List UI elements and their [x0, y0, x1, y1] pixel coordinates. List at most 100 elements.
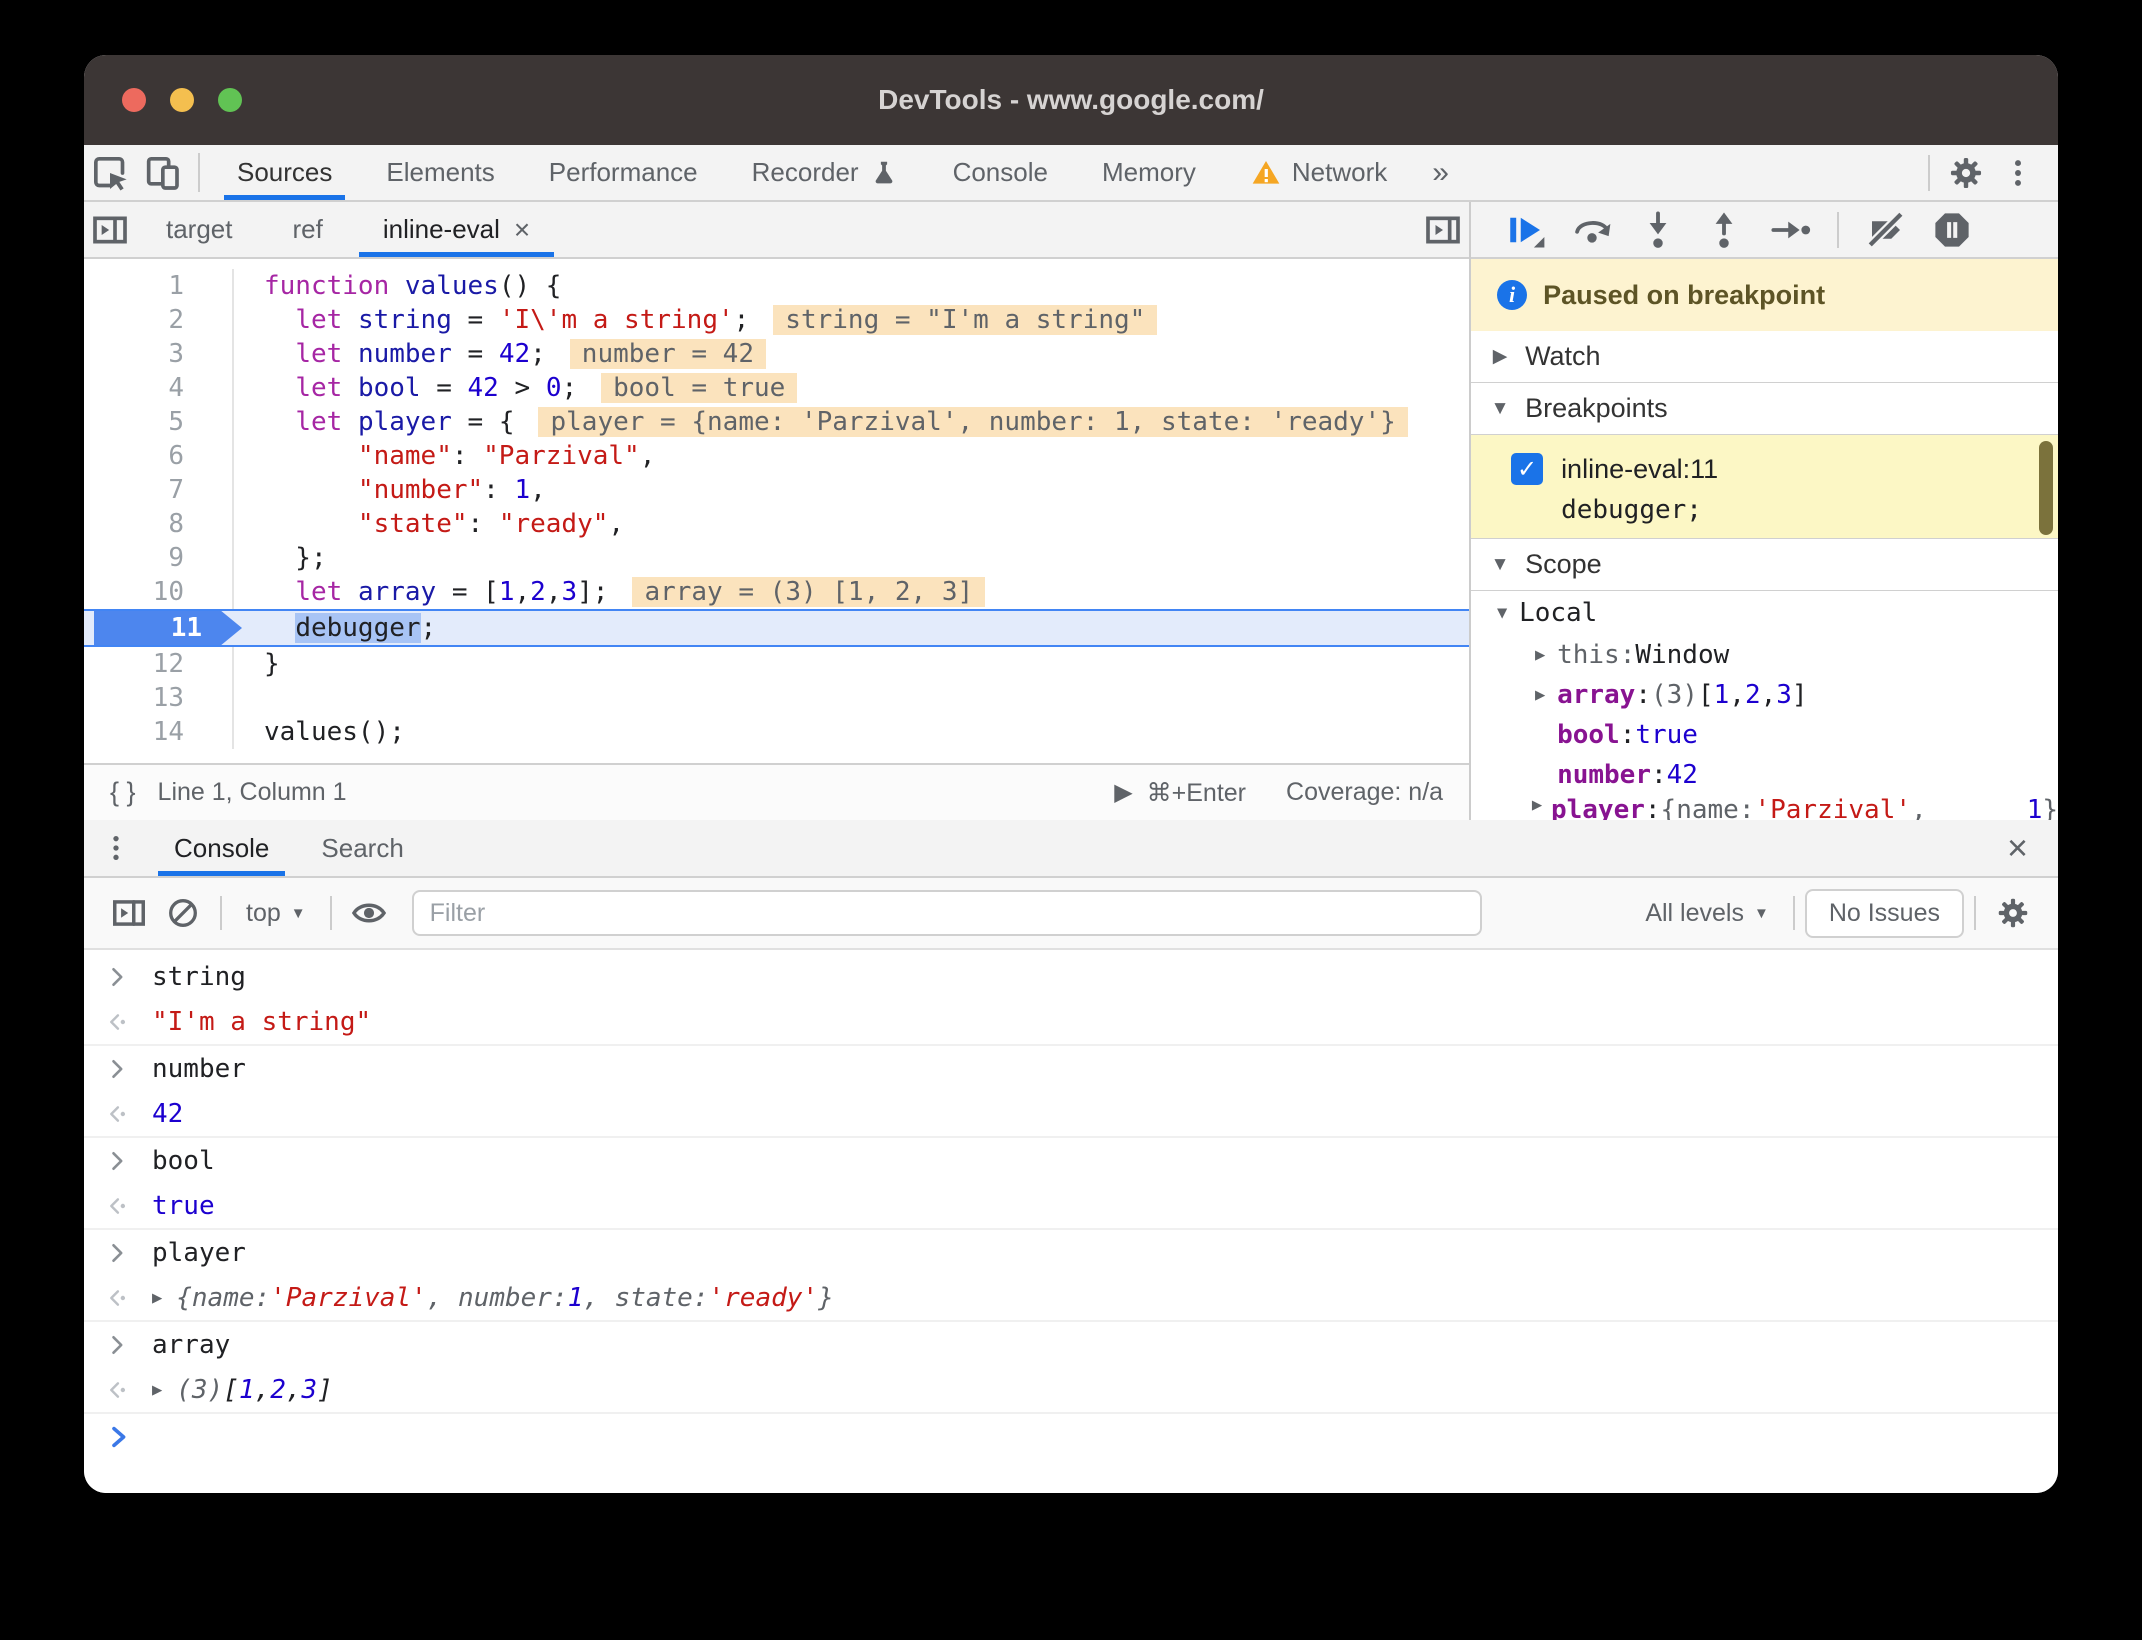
console-input-row[interactable]: player — [84, 1230, 2058, 1276]
code-editor[interactable]: 1 function values() {2 let string = 'I\'m… — [84, 259, 1470, 763]
tab-network[interactable]: Network — [1223, 145, 1414, 200]
tab-sources[interactable]: Sources — [210, 145, 359, 200]
editor-line[interactable]: 14 values(); — [84, 715, 1469, 749]
line-number[interactable]: 1 — [84, 269, 234, 303]
chevron-down-icon[interactable]: ▼ — [1485, 603, 1519, 623]
editor-line[interactable]: 6 "name": "Parzival", — [84, 439, 1469, 473]
drawer-tab-console[interactable]: Console — [148, 820, 295, 876]
device-toolbar-button[interactable] — [136, 145, 188, 200]
editor-line[interactable]: 8 "state": "ready", — [84, 507, 1469, 541]
tab-console[interactable]: Console — [926, 145, 1075, 200]
deactivate-breakpoints-button[interactable] — [1857, 207, 1915, 253]
line-number[interactable]: 8 — [84, 507, 234, 541]
tab-memory[interactable]: Memory — [1075, 145, 1223, 200]
scope-row-array[interactable]: ▶ array: (3) [1, 2, 3] — [1471, 675, 2058, 715]
line-number[interactable]: 6 — [84, 439, 234, 473]
line-number[interactable]: 10 — [84, 575, 234, 609]
line-number[interactable]: 12 — [84, 647, 234, 681]
console-input-row[interactable]: bool — [84, 1138, 2058, 1184]
editor-line[interactable]: 13 — [84, 681, 1469, 715]
console-input-row[interactable]: number — [84, 1046, 2058, 1092]
console-result-row[interactable]: ▶ (3) [1, 2, 3] — [84, 1368, 2058, 1414]
line-number[interactable]: 5 — [84, 405, 234, 439]
drawer-tab-search[interactable]: Search — [295, 820, 429, 876]
resume-button[interactable] — [1497, 207, 1555, 253]
scope-row-bool[interactable]: bool: true — [1471, 715, 2058, 755]
file-tab-ref[interactable]: ref — [263, 202, 353, 257]
watch-section-header[interactable]: ▶ Watch — [1471, 331, 2058, 383]
devtools-menu-button[interactable] — [1992, 156, 2044, 190]
scope-row-local[interactable]: ▼ Local — [1471, 591, 2058, 635]
editor-line[interactable]: 1 function values() { — [84, 269, 1469, 303]
clear-console-button[interactable] — [156, 889, 210, 937]
file-tab-inline-eval[interactable]: inline-eval × — [353, 202, 560, 257]
live-expression-button[interactable] — [342, 889, 396, 937]
line-number[interactable]: 7 — [84, 473, 234, 507]
line-number[interactable]: 14 — [84, 715, 234, 749]
titlebar[interactable]: DevTools - www.google.com/ — [84, 55, 2058, 145]
console-result-row[interactable]: 42 — [84, 1092, 2058, 1138]
more-tabs-button[interactable]: » — [1414, 145, 1467, 200]
show-navigator-button[interactable] — [84, 202, 136, 257]
scope-row-number[interactable]: number: 42 — [1471, 755, 2058, 795]
editor-line[interactable]: 9 }; — [84, 541, 1469, 575]
tab-recorder[interactable]: Recorder — [725, 145, 926, 200]
breakpoint-item[interactable]: ✓ inline-eval:11 debugger; — [1471, 435, 2058, 539]
step-into-button[interactable] — [1629, 207, 1687, 253]
chevron-right-icon[interactable]: ▶ — [1523, 685, 1557, 705]
file-tab-target[interactable]: target — [136, 202, 263, 257]
inspect-button[interactable] — [84, 145, 136, 200]
console-result-row[interactable]: ▶ {name: 'Parzival', number: 1, state: 'r… — [84, 1276, 2058, 1322]
breakpoints-section-header[interactable]: ▼ Breakpoints — [1471, 383, 2058, 435]
console-input-row[interactable]: string — [84, 954, 2058, 1000]
close-drawer-button[interactable]: × — [1977, 820, 2058, 876]
line-number[interactable]: 3 — [84, 337, 234, 371]
console-prompt[interactable] — [84, 1414, 2058, 1460]
step-into-icon — [1649, 210, 1667, 248]
breakpoint-checkbox[interactable]: ✓ — [1511, 453, 1544, 485]
step-out-button[interactable] — [1695, 207, 1753, 253]
console-result-row[interactable]: true — [84, 1184, 2058, 1230]
scope-row-this[interactable]: ▶ this: Window — [1471, 635, 2058, 675]
console-messages[interactable]: string "I'm a string" number 42 bool true play… — [84, 950, 2058, 1493]
editor-line[interactable]: 4 let bool = 42 > 0; bool = true — [84, 371, 1469, 405]
line-number[interactable]: 13 — [84, 681, 234, 715]
tab-elements[interactable]: Elements — [359, 145, 521, 200]
scope-section-header[interactable]: ▼ Scope — [1471, 539, 2058, 591]
issues-counter[interactable]: No Issues — [1804, 888, 1964, 938]
drawer-menu-button[interactable] — [84, 820, 148, 876]
console-filter-input[interactable] — [411, 890, 1482, 936]
run-snippet-icon[interactable]: ▶ — [1114, 778, 1132, 807]
editor-line[interactable]: 3 let number = 42; number = 42 — [84, 337, 1469, 371]
chevron-right-icon[interactable]: ▶ — [1523, 795, 1551, 815]
pause-on-exceptions-button[interactable] — [1923, 207, 1981, 253]
log-level-selector[interactable]: All levels ▼ — [1631, 899, 1783, 928]
console-result-row[interactable]: "I'm a string" — [84, 1000, 2058, 1046]
context-selector[interactable]: top ▼ — [232, 899, 320, 928]
pretty-print-icon[interactable]: { } — [110, 777, 136, 808]
console-settings-button[interactable] — [1986, 889, 2040, 937]
editor-line[interactable]: 7 "number": 1, — [84, 473, 1469, 507]
scope-row-player[interactable]: ▶player: {name: 'Parzival', number: 1} — [1471, 795, 2058, 820]
close-tab-icon[interactable]: × — [514, 214, 530, 246]
settings-button[interactable] — [1940, 154, 1992, 192]
line-number[interactable]: 11 — [84, 611, 242, 645]
editor-line[interactable]: 10 let array = [1,2,3]; array = (3) [1, 2… — [84, 575, 1469, 609]
open-file-navigation-button[interactable] — [1417, 202, 1469, 257]
console-input-row[interactable]: array — [84, 1322, 2058, 1368]
execution-line[interactable]: 11 debugger; — [84, 609, 1470, 647]
line-number[interactable]: 9 — [84, 541, 234, 575]
chevron-right-icon[interactable]: ▶ — [1523, 645, 1557, 665]
step-over-button[interactable] — [1563, 207, 1621, 253]
editor-line[interactable]: 12} — [84, 647, 1469, 681]
console-sidebar-button[interactable] — [102, 889, 156, 937]
line-number[interactable]: 4 — [84, 371, 234, 405]
expand-object-icon[interactable]: ▶ — [152, 1380, 162, 1400]
editor-line[interactable]: 2 let string = 'I\'m a string'; string = … — [84, 303, 1469, 337]
sidebar-scrollbar[interactable] — [2039, 441, 2053, 535]
line-number[interactable]: 2 — [84, 303, 234, 337]
editor-line[interactable]: 5 let player = {player = {name: 'Parziva… — [84, 405, 1469, 439]
expand-object-icon[interactable]: ▶ — [152, 1288, 162, 1308]
tab-performance[interactable]: Performance — [522, 145, 725, 200]
step-button[interactable] — [1761, 207, 1819, 253]
